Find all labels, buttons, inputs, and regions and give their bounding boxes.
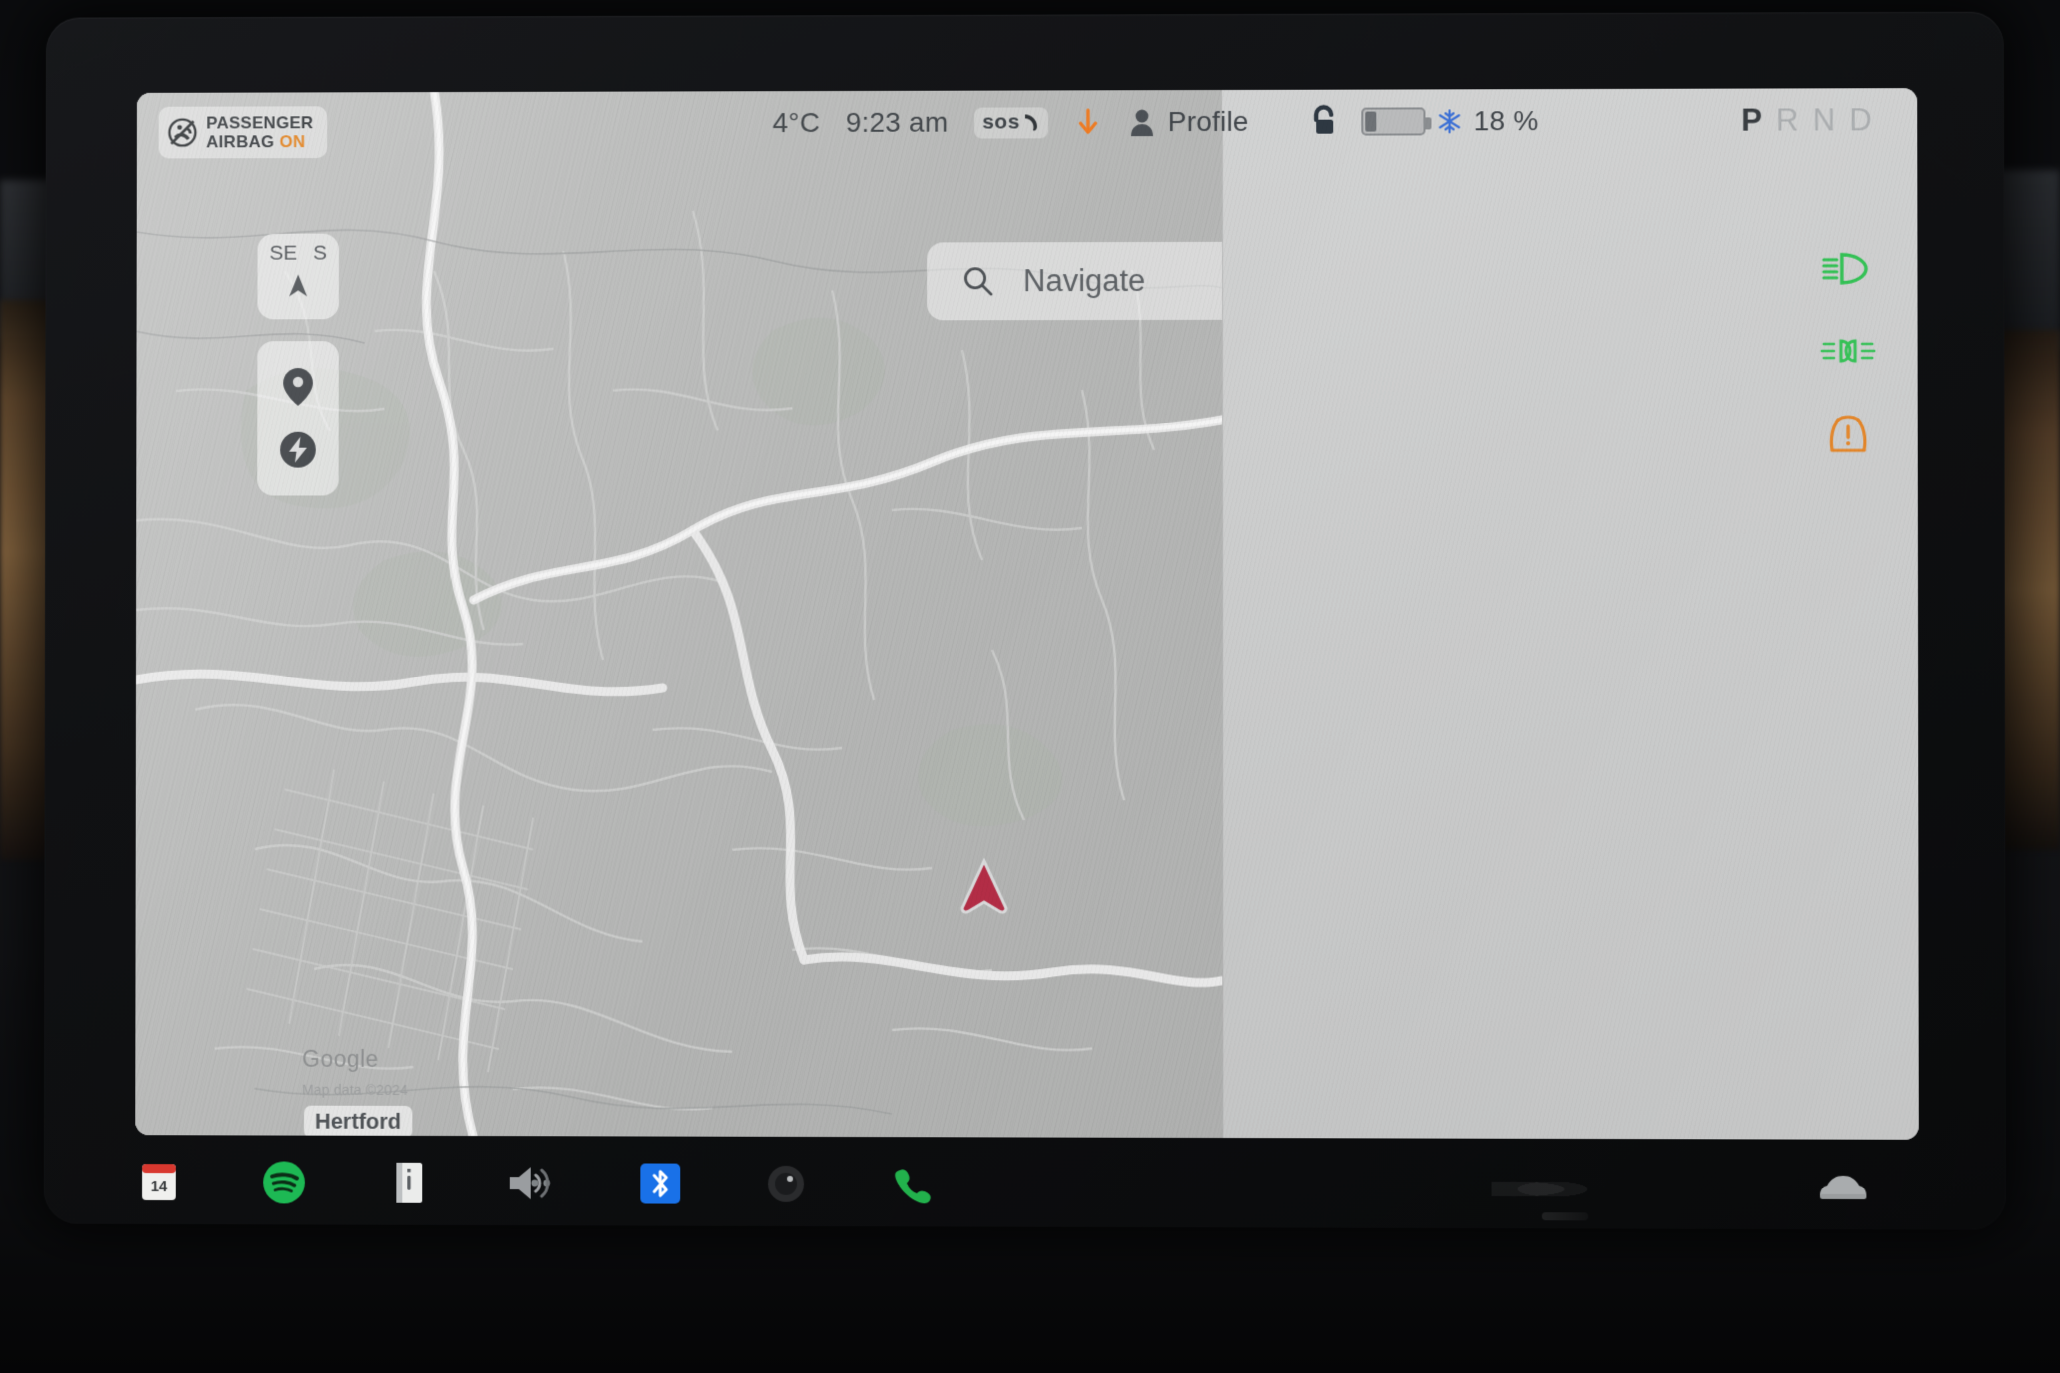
- snowflake-icon: [1436, 107, 1462, 135]
- navigate-search-bar[interactable]: Navigate: [927, 241, 1223, 321]
- touchscreen-bezel: PASSENGER AIRBAG ON SE S Navigate Google…: [43, 11, 2006, 1230]
- gear-indicator: P R N D: [1741, 102, 1873, 138]
- telltale-indicators: [1819, 249, 1878, 454]
- dock-app-list[interactable]: 14: [135, 1152, 1032, 1215]
- compass-letters: SE S: [269, 242, 327, 266]
- gear-d: D: [1849, 102, 1873, 138]
- unlock-icon[interactable]: [1307, 104, 1339, 140]
- charging-bolt-icon[interactable]: [275, 427, 321, 473]
- map-compass-button[interactable]: SE S: [257, 233, 339, 320]
- search-icon: [964, 267, 994, 296]
- software-update-download-icon[interactable]: [1074, 106, 1102, 138]
- clock[interactable]: 9:23 am: [846, 107, 948, 139]
- vehicle-controls-button[interactable]: [1813, 1167, 1874, 1207]
- calendar-day-number: 14: [151, 1178, 168, 1195]
- tyre-pressure-warning-icon: [1819, 413, 1878, 453]
- sos-label: sos: [982, 109, 1020, 134]
- volume-icon[interactable]: [503, 1157, 555, 1209]
- spotify-app[interactable]: [260, 1158, 308, 1206]
- compass-arrow-icon: [289, 274, 308, 297]
- vehicle-pane: Open Bonnet Open Boot: [1222, 88, 1919, 1140]
- battery-percent: 18 %: [1473, 105, 1539, 137]
- parking-lights-icon: [1819, 331, 1878, 371]
- phone-handset-icon: [1025, 114, 1038, 131]
- gear-r: R: [1775, 102, 1800, 138]
- status-bar-center: 4°C 9:23 am sos Profile: [773, 90, 1249, 155]
- calendar-app[interactable]: 14: [135, 1158, 183, 1206]
- dashcam-app[interactable]: [762, 1160, 810, 1208]
- gear-n: N: [1812, 102, 1837, 138]
- battery-fill: [1365, 111, 1377, 132]
- low-beam-headlight-icon: [1819, 249, 1878, 289]
- compass-right-label: S: [313, 241, 328, 265]
- user-avatar-icon: [1131, 109, 1154, 137]
- status-bar: 4°C 9:23 am sos Profile 18 %: [137, 88, 1917, 156]
- profile-label: Profile: [1167, 105, 1249, 138]
- map-pane[interactable]: PASSENGER AIRBAG ON SE S Navigate Google…: [135, 89, 1223, 1139]
- status-bar-right: 18 %: [1307, 89, 1539, 154]
- map-attribution: Google: [302, 1045, 379, 1072]
- battery-indicator[interactable]: 18 %: [1361, 105, 1539, 137]
- tesla-touchscreen: PASSENGER AIRBAG ON SE S Navigate Google…: [135, 88, 1919, 1140]
- sos-button[interactable]: sos: [974, 106, 1048, 139]
- bluetooth-app[interactable]: [636, 1159, 684, 1207]
- navigation-arrow-marker: [958, 857, 1010, 921]
- phone-app[interactable]: [888, 1160, 936, 1208]
- map-town-label: Hertford: [303, 1105, 413, 1138]
- map-tools-group[interactable]: [257, 341, 339, 496]
- map-pin-icon[interactable]: [275, 364, 321, 410]
- owners-manual-app[interactable]: [385, 1159, 433, 1207]
- outside-temperature[interactable]: 4°C: [773, 107, 820, 139]
- map-attribution-sub: Map data ©2024: [302, 1081, 408, 1098]
- navigate-placeholder: Navigate: [1023, 263, 1146, 299]
- compass-left-label: SE: [269, 241, 298, 265]
- app-dock[interactable]: 14: [135, 1140, 1919, 1229]
- gear-p: P: [1741, 102, 1763, 138]
- profile-button[interactable]: Profile: [1128, 106, 1249, 138]
- battery-icon: [1361, 107, 1426, 136]
